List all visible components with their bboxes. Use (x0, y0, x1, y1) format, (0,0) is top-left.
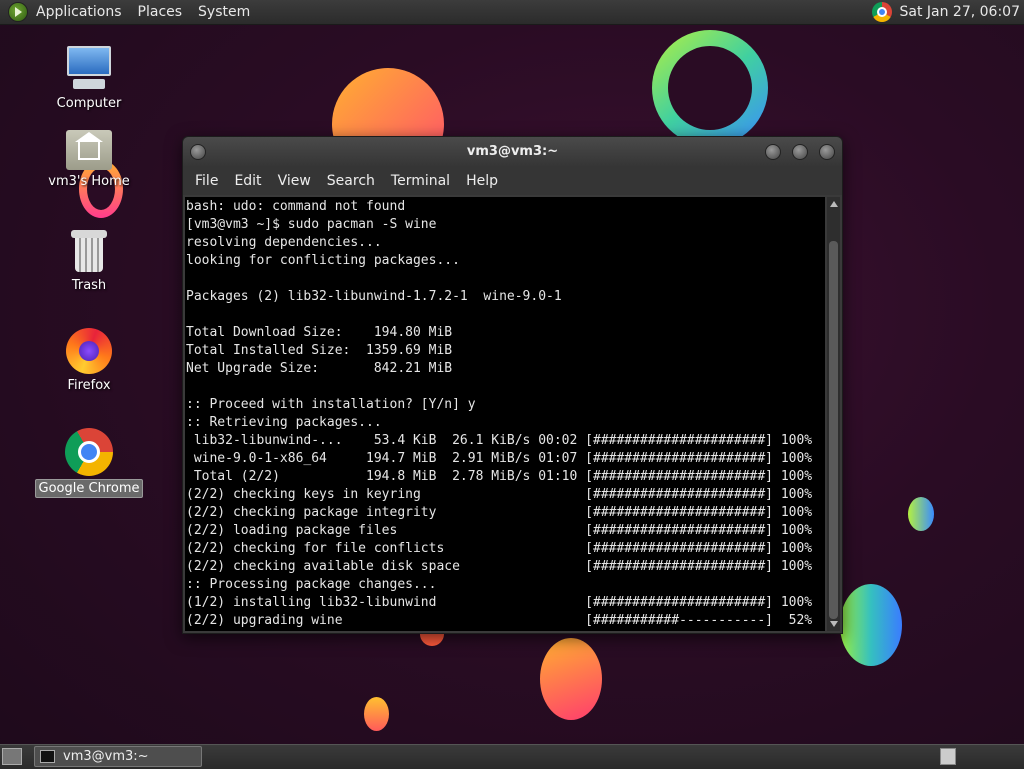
computer-icon (65, 46, 113, 92)
terminal-line: (2/2) checking for file conflicts [#####… (186, 540, 825, 558)
scroll-down-icon[interactable] (830, 621, 838, 627)
terminal-window: vm3@vm3:~ File Edit View Search Terminal… (182, 136, 843, 634)
terminal-scrollbar[interactable] (827, 197, 840, 631)
chrome-tray-icon[interactable] (872, 2, 892, 22)
terminal-icon (40, 750, 55, 763)
menu-logo-icon[interactable] (8, 2, 28, 22)
terminal-line: (2/2) checking available disk space [###… (186, 558, 825, 576)
menu-applications[interactable]: Applications (36, 4, 122, 20)
scroll-up-icon[interactable] (830, 201, 838, 207)
terminal-line: Net Upgrade Size: 842.21 MiB (186, 360, 825, 378)
menu-system[interactable]: System (198, 4, 250, 20)
terminal-line: :: Processing package changes... (186, 576, 825, 594)
taskbar-item-label: vm3@vm3:~ (63, 749, 149, 764)
terminal-line: (2/2) checking keys in keyring [########… (186, 486, 825, 504)
terminal-output[interactable]: bash: udo: command not found[vm3@vm3 ~]$… (185, 197, 825, 631)
desktop-icon-computer[interactable]: Computer (34, 46, 144, 112)
terminal-line: [vm3@vm3 ~]$ sudo pacman -S wine (186, 216, 825, 234)
terminal-line: bash: udo: command not found (186, 198, 825, 216)
desktop-icon-firefox[interactable]: Firefox (34, 328, 144, 394)
minimize-button[interactable] (765, 144, 781, 160)
firefox-icon (66, 328, 112, 374)
terminal-line: wine-9.0-1-x86_64 194.7 MiB 2.91 MiB/s 0… (186, 450, 825, 468)
desktop-icon-chrome[interactable]: Google Chrome (34, 428, 144, 498)
terminal-line (186, 270, 825, 288)
home-folder-icon (66, 130, 112, 170)
terminal-line: resolving dependencies... (186, 234, 825, 252)
desktop-icon-trash[interactable]: Trash (34, 230, 144, 294)
terminal-line (186, 378, 825, 396)
terminal-line: lib32-libunwind-... 53.4 KiB 26.1 KiB/s … (186, 432, 825, 450)
bottom-panel: vm3@vm3:~ (0, 744, 1024, 769)
clock[interactable]: Sat Jan 27, 06:07 (900, 4, 1021, 20)
close-button[interactable] (819, 144, 835, 160)
show-desktop-icon[interactable] (2, 748, 22, 765)
window-menu-button[interactable] (190, 144, 206, 160)
terminal-line (186, 306, 825, 324)
wallpaper-blob (908, 497, 934, 531)
menu-places[interactable]: Places (138, 4, 183, 20)
menu-terminal[interactable]: Terminal (383, 173, 458, 189)
desktop-icon-label: Computer (54, 95, 125, 112)
workspace-switcher[interactable] (940, 748, 956, 765)
terminal-line: (2/2) checking package integrity [######… (186, 504, 825, 522)
wallpaper-blob (540, 638, 602, 720)
menu-help[interactable]: Help (458, 173, 506, 189)
desktop-icon-label: vm3's Home (45, 173, 133, 190)
menu-edit[interactable]: Edit (226, 173, 269, 189)
terminal-line: Total Installed Size: 1359.69 MiB (186, 342, 825, 360)
desktop-icon-home[interactable]: vm3's Home (34, 130, 144, 190)
menu-file[interactable]: File (187, 173, 226, 189)
terminal-line: Total Download Size: 194.80 MiB (186, 324, 825, 342)
desktop-icon-label: Google Chrome (35, 479, 144, 498)
taskbar-item-terminal[interactable]: vm3@vm3:~ (34, 746, 202, 767)
terminal-menubar: File Edit View Search Terminal Help (183, 167, 842, 195)
tray: Sat Jan 27, 06:07 (872, 2, 1024, 22)
terminal-line: :: Retrieving packages... (186, 414, 825, 432)
terminal-line: (2/2) upgrading wine [###########-------… (186, 612, 825, 630)
terminal-line: Packages (2) lib32-libunwind-1.7.2-1 win… (186, 288, 825, 306)
maximize-button[interactable] (792, 144, 808, 160)
desktop-icon-label: Trash (69, 277, 109, 294)
menu-search[interactable]: Search (319, 173, 383, 189)
top-panel: Applications Places System Sat Jan 27, 0… (0, 0, 1024, 25)
menu-view[interactable]: View (270, 173, 319, 189)
desktop-icon-label: Firefox (64, 377, 113, 394)
trash-icon (71, 230, 107, 274)
wallpaper-blob (840, 584, 902, 666)
scrollbar-thumb[interactable] (829, 241, 838, 619)
wallpaper-blob (364, 697, 389, 731)
terminal-line: (2/2) loading package files [###########… (186, 522, 825, 540)
window-title: vm3@vm3:~ (467, 144, 558, 159)
terminal-line: (1/2) installing lib32-libunwind [######… (186, 594, 825, 612)
wallpaper-ring (652, 30, 768, 146)
terminal-line: looking for conflicting packages... (186, 252, 825, 270)
window-titlebar[interactable]: vm3@vm3:~ (183, 137, 842, 167)
terminal-line: Total (2/2) 194.8 MiB 2.78 MiB/s 01:10 [… (186, 468, 825, 486)
terminal-line: :: Proceed with installation? [Y/n] y (186, 396, 825, 414)
chrome-icon (65, 428, 113, 476)
